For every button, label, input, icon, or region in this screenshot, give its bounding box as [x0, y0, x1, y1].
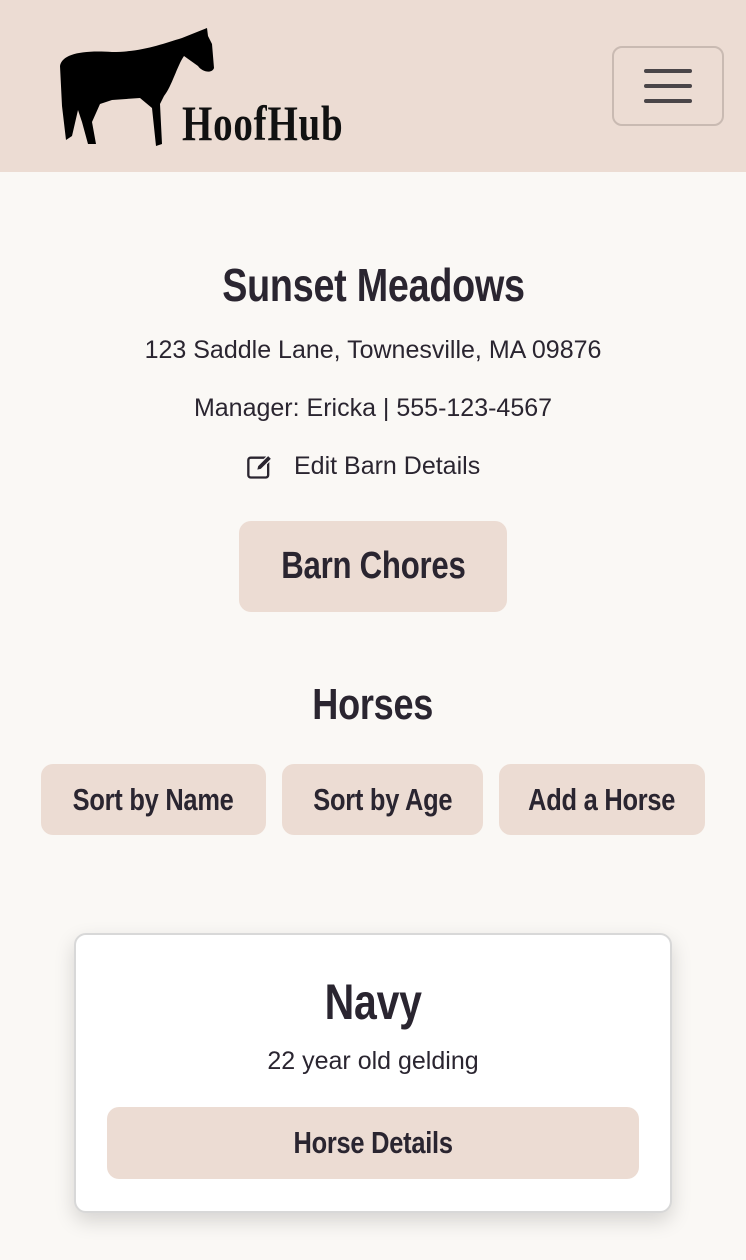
hamburger-icon — [644, 69, 692, 73]
horse-details-button[interactable]: Horse Details — [107, 1107, 639, 1179]
barn-chores-button[interactable]: Barn Chores — [239, 521, 507, 612]
barn-name: Sunset Meadows — [221, 259, 525, 311]
menu-button[interactable] — [612, 46, 724, 126]
edit-icon — [247, 454, 273, 479]
barn-address: 123 Saddle Lane, Townesville, MA 09876 — [144, 336, 602, 364]
edit-barn-details-label: Edit Barn Details — [294, 452, 481, 480]
barn-manager: Manager: Ericka | 555-123-4567 — [193, 394, 553, 422]
sort-by-name-button[interactable]: Sort by Name — [41, 764, 266, 835]
horse-card: Navy 22 year old gelding Horse Details — [74, 933, 672, 1213]
sort-by-age-button[interactable]: Sort by Age — [282, 764, 483, 835]
add-horse-button[interactable]: Add a Horse — [499, 764, 705, 835]
edit-barn-details-link[interactable]: Edit Barn Details — [246, 452, 480, 481]
header: HoofHub — [0, 0, 746, 172]
hoofhub-logo[interactable]: HoofHub — [52, 26, 362, 151]
horse-description: 22 year old gelding — [267, 1047, 479, 1075]
horses-heading: Horses — [312, 680, 434, 729]
horse-name: Navy — [324, 974, 422, 1030]
logo-text: HoofHub — [182, 95, 344, 151]
